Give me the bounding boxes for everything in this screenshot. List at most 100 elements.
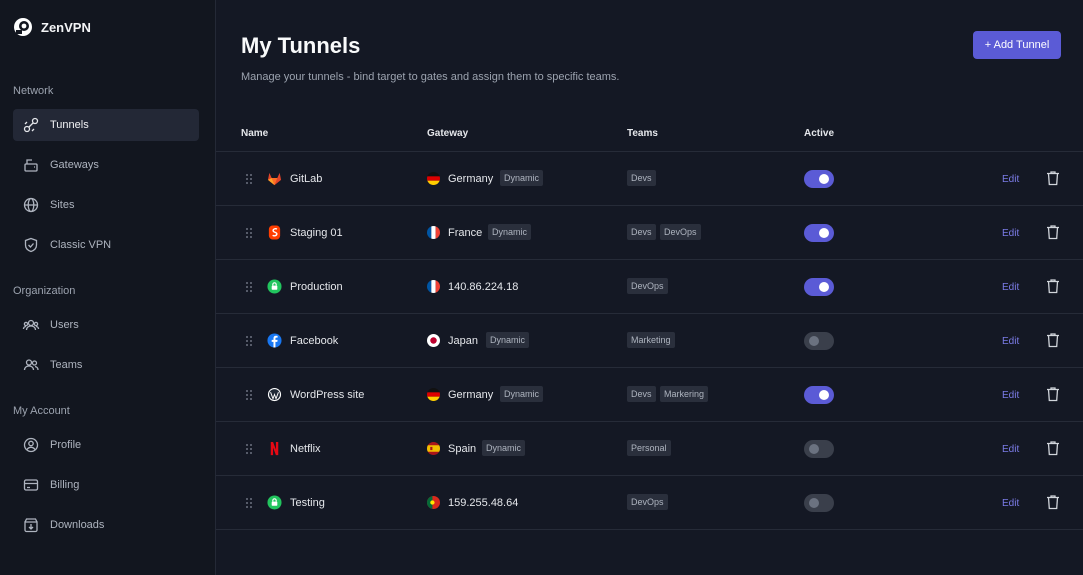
edit-link[interactable]: Edit <box>1002 174 1019 185</box>
drag-handle-icon[interactable] <box>245 227 253 239</box>
table-row[interactable]: Staging 01 France Dynamic Devs DevOps Ed… <box>216 206 1083 260</box>
drag-handle-icon[interactable] <box>245 443 253 455</box>
sidebar-item-teams[interactable]: Teams <box>13 349 199 381</box>
toggle-knob <box>809 336 819 346</box>
trash-icon[interactable] <box>1046 494 1060 510</box>
sidebar-item-users[interactable]: Users <box>13 309 199 341</box>
globe-icon <box>23 197 39 213</box>
add-tunnel-button[interactable]: + Add Tunnel <box>973 31 1061 59</box>
download-icon <box>24 518 38 533</box>
facebook-icon <box>267 333 282 348</box>
table-row[interactable]: GitLab Germany Dynamic Devs Edit <box>216 152 1083 206</box>
edit-link[interactable]: Edit <box>1002 282 1019 293</box>
team-icon <box>23 359 39 371</box>
active-toggle[interactable] <box>804 224 834 242</box>
trash-icon[interactable] <box>1046 440 1060 456</box>
active-toggle[interactable] <box>804 278 834 296</box>
table-row[interactable]: WordPress site Germany Dynamic Devs Mark… <box>216 368 1083 422</box>
sidebar-item-billing[interactable]: Billing <box>13 469 199 501</box>
drag-handle-icon[interactable] <box>245 335 253 347</box>
table-row[interactable]: Facebook Japan Dynamic Marketing Edit <box>216 314 1083 368</box>
japan-flag-icon <box>427 334 440 347</box>
gateway-type-badge: Dynamic <box>500 386 544 402</box>
active-toggle[interactable] <box>804 386 834 404</box>
active-toggle[interactable] <box>804 332 834 350</box>
france-flag-icon <box>427 280 440 293</box>
team-badge: DevOps <box>660 224 701 240</box>
column-header-teams[interactable]: Teams <box>627 128 658 139</box>
gitlab-icon <box>267 172 282 186</box>
sidebar-item-label: Gateways <box>50 159 99 171</box>
team-badge: DevOps <box>627 494 668 510</box>
tunnel-icon <box>23 117 39 133</box>
wordpress-icon <box>267 387 282 402</box>
drag-handle-icon[interactable] <box>245 497 253 509</box>
profile-icon <box>23 437 39 453</box>
active-toggle[interactable] <box>804 170 834 188</box>
sidebar-item-tunnels[interactable]: Tunnels <box>13 109 199 141</box>
table-row[interactable]: Testing 159.255.48.64 DevOps Edit <box>216 476 1083 530</box>
toggle-knob <box>809 498 819 508</box>
team-badge: Devs <box>627 224 656 240</box>
table-row[interactable]: Production 140.86.224.18 DevOps Edit <box>216 260 1083 314</box>
toggle-knob <box>819 174 829 184</box>
brand[interactable]: ZenVPN <box>13 17 91 37</box>
active-toggle[interactable] <box>804 440 834 458</box>
column-header-gateway[interactable]: Gateway <box>427 128 468 139</box>
edit-link[interactable]: Edit <box>1002 336 1019 347</box>
sidebar-item-label: Teams <box>50 359 83 371</box>
sidebar: ZenVPN Network Tunnels Gateways Sites Cl… <box>0 0 216 575</box>
tunnel-name: Staging 01 <box>290 227 343 239</box>
sidebar-item-downloads[interactable]: Downloads <box>13 509 199 541</box>
toggle-knob <box>819 282 829 292</box>
trash-icon[interactable] <box>1046 386 1060 402</box>
trash-icon[interactable] <box>1046 278 1060 294</box>
edit-link[interactable]: Edit <box>1002 390 1019 401</box>
gateway-label: France <box>448 227 483 239</box>
team-badge: Markering <box>660 386 709 402</box>
nav-section-organization: Organization <box>13 285 76 297</box>
drag-handle-icon[interactable] <box>245 173 253 185</box>
main-content: My Tunnels Manage your tunnels - bind ta… <box>216 0 1083 575</box>
team-badge: DevOps <box>627 278 668 294</box>
tunnel-name: Facebook <box>290 335 339 347</box>
trash-icon[interactable] <box>1046 224 1060 240</box>
sidebar-item-label: Classic VPN <box>50 239 112 251</box>
sidebar-item-sites[interactable]: Sites <box>13 189 199 221</box>
germany-flag-icon <box>427 388 440 401</box>
gateway-type-badge: Dynamic <box>482 440 526 456</box>
drag-handle-icon[interactable] <box>245 281 253 293</box>
tunnel-name: Testing <box>290 497 325 509</box>
edit-link[interactable]: Edit <box>1002 498 1019 509</box>
column-header-active[interactable]: Active <box>804 128 834 139</box>
page-subtitle: Manage your tunnels - bind target to gat… <box>241 71 620 83</box>
netflix-icon <box>270 441 279 456</box>
users-icon <box>22 319 40 331</box>
trash-icon[interactable] <box>1046 170 1060 186</box>
gateway-label: 140.86.224.18 <box>448 281 519 293</box>
sidebar-item-profile[interactable]: Profile <box>13 429 199 461</box>
lock-icon <box>267 279 282 294</box>
trash-icon[interactable] <box>1046 332 1060 348</box>
edit-link[interactable]: Edit <box>1002 444 1019 455</box>
sidebar-item-label: Sites <box>50 199 75 211</box>
sidebar-item-label: Downloads <box>50 519 105 531</box>
team-badge: Marketing <box>627 332 675 348</box>
drag-handle-icon[interactable] <box>245 389 253 401</box>
brand-name: ZenVPN <box>41 19 91 35</box>
gateway-label: Japan <box>448 335 478 347</box>
shield-icon <box>24 237 38 253</box>
portugal-flag-icon <box>427 496 440 509</box>
active-toggle[interactable] <box>804 494 834 512</box>
sidebar-item-gateways[interactable]: Gateways <box>13 149 199 181</box>
edit-link[interactable]: Edit <box>1002 228 1019 239</box>
team-badge: Personal <box>627 440 671 456</box>
nav-section-network: Network <box>13 85 54 97</box>
gateway-type-badge: Dynamic <box>488 224 532 240</box>
team-badge: Devs <box>627 386 656 402</box>
sidebar-item-classic-vpn[interactable]: Classic VPN <box>13 229 199 261</box>
nav-section-my-account: My Account <box>13 405 70 417</box>
team-badge: Devs <box>627 170 656 186</box>
table-row[interactable]: Netflix Spain Dynamic Personal Edit <box>216 422 1083 476</box>
column-header-name[interactable]: Name <box>241 128 268 139</box>
